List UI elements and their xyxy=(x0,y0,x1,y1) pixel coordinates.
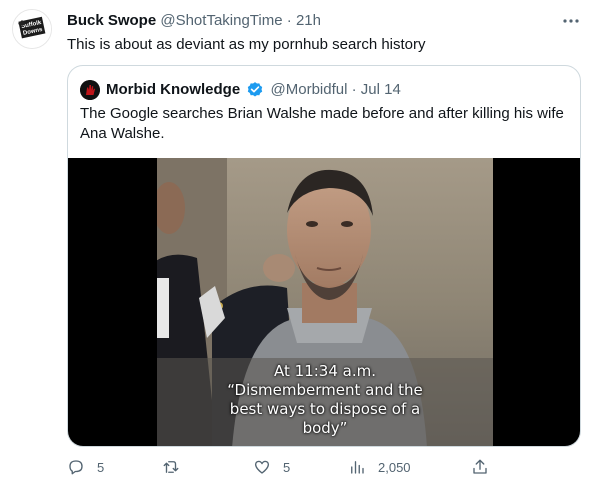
quote-author-name[interactable]: Morbid Knowledge xyxy=(106,81,240,98)
quote-author-handle[interactable]: @Morbidful xyxy=(271,81,348,98)
reply-icon xyxy=(69,460,83,475)
views-button[interactable]: 2,050 xyxy=(348,456,411,478)
more-horizontal-icon[interactable] xyxy=(560,12,582,30)
heart-icon xyxy=(254,460,270,474)
share-button[interactable] xyxy=(471,456,489,478)
views-count: 2,050 xyxy=(378,459,411,475)
reply-button[interactable]: 5 xyxy=(67,456,104,478)
like-button[interactable]: 5 xyxy=(253,456,290,478)
quote-header: Morbid Knowledge @Morbidful · Jul 14 xyxy=(106,81,401,99)
caption-line: body” xyxy=(302,419,348,437)
tweet-header: Buck Swope @ShotTakingTime · 21h xyxy=(67,12,321,30)
caption-line: “Dismemberment and the xyxy=(227,381,423,399)
video-frame[interactable]: At 11:34 a.m. “Dismemberment and the bes… xyxy=(157,158,493,446)
quoted-tweet[interactable]: Morbid Knowledge @Morbidful · Jul 14 The… xyxy=(67,65,581,447)
caption-line: At 11:34 a.m. xyxy=(274,362,376,380)
morbid-hand-logo-icon xyxy=(80,80,100,100)
tweet-card[interactable]: Suffolk Downs Buck Swope @ShotTakingTime… xyxy=(0,0,596,492)
retweet-button[interactable] xyxy=(162,456,192,478)
tweet-text: This is about as deviant as my pornhub s… xyxy=(67,36,426,53)
share-icon xyxy=(473,459,487,474)
action-bar: 5 5 2,050 xyxy=(67,456,581,478)
author-avatar[interactable]: Suffolk Downs xyxy=(12,9,52,49)
quote-video[interactable]: At 11:34 a.m. “Dismemberment and the bes… xyxy=(68,158,580,446)
verified-badge-icon xyxy=(248,82,263,97)
like-count: 5 xyxy=(283,459,291,475)
reply-count: 5 xyxy=(97,459,105,475)
suffolk-downs-logo: Suffolk Downs xyxy=(13,10,51,48)
caption-line: best ways to dispose of a xyxy=(229,400,421,418)
retweet-icon xyxy=(163,461,179,473)
quote-header-separator: · xyxy=(351,81,357,99)
views-chart-icon xyxy=(351,461,364,474)
header-separator: · xyxy=(286,12,292,29)
author-name[interactable]: Buck Swope xyxy=(67,12,156,29)
video-caption: At 11:34 a.m. “Dismemberment and the bes… xyxy=(214,362,436,438)
quote-text: The Google searches Brian Walshe made be… xyxy=(80,105,564,142)
quote-author-avatar[interactable] xyxy=(80,80,100,100)
quote-date[interactable]: Jul 14 xyxy=(361,81,401,98)
author-handle[interactable]: @ShotTakingTime xyxy=(160,12,282,29)
tweet-time[interactable]: 21h xyxy=(296,12,321,29)
